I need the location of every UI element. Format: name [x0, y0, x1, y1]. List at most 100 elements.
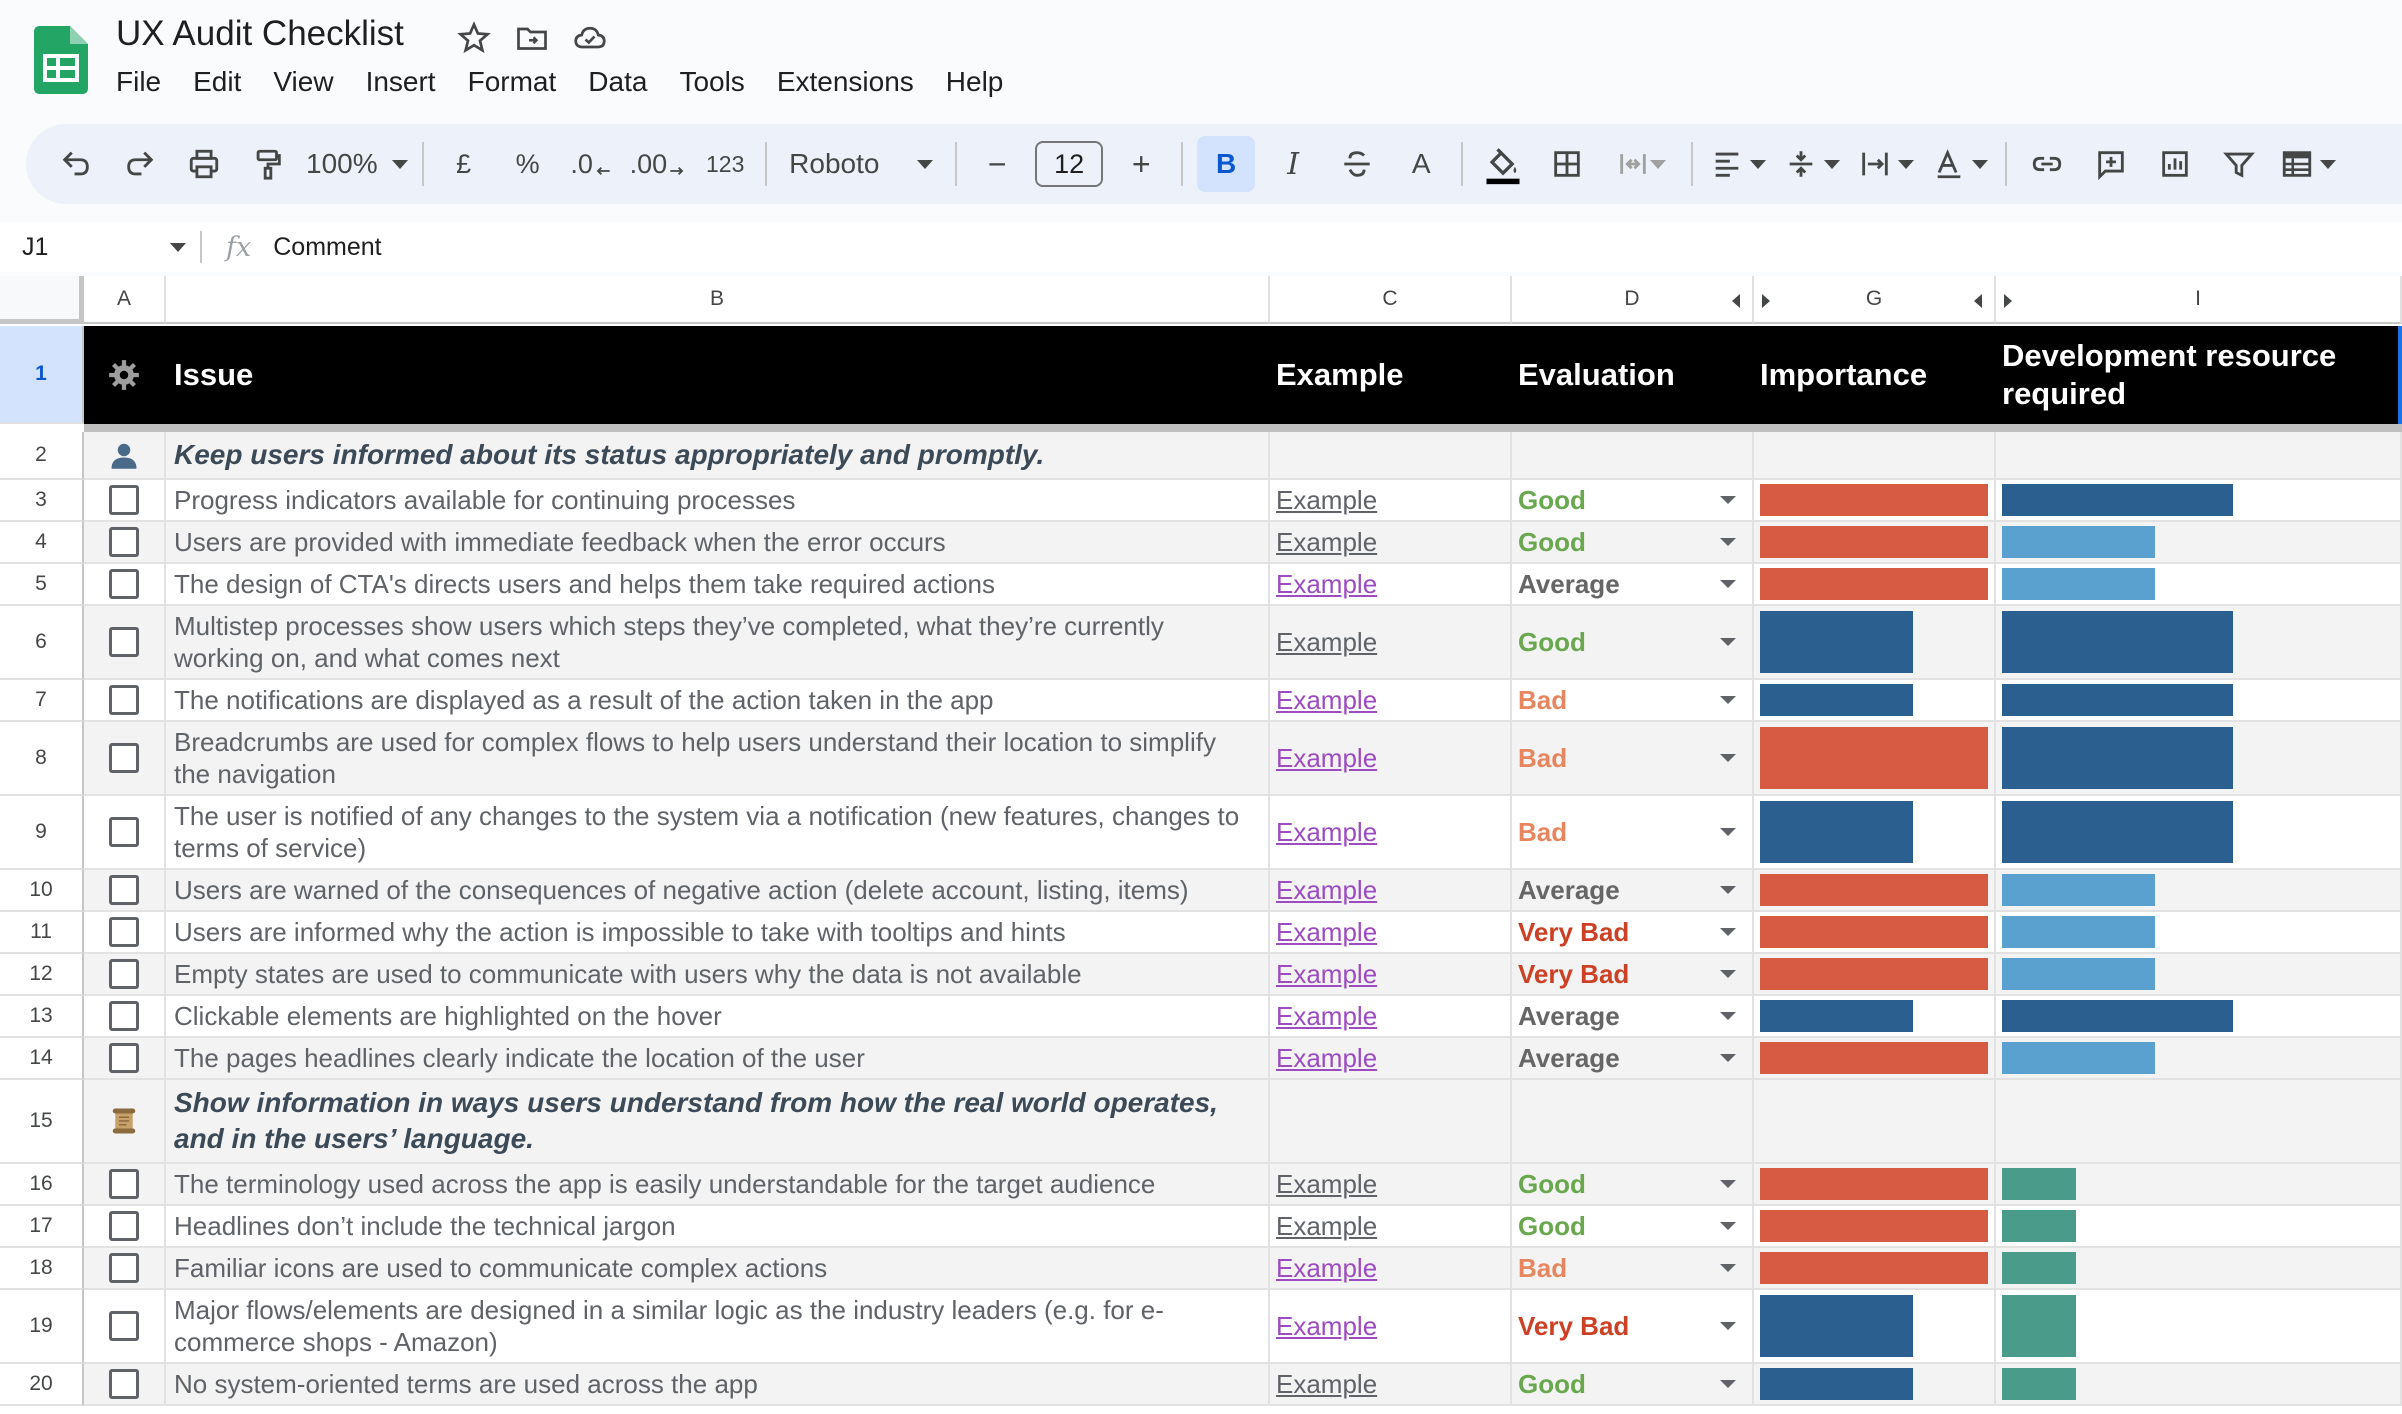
- filter-views-button[interactable]: [2277, 136, 2339, 192]
- menu-data[interactable]: Data: [588, 66, 647, 98]
- print-button[interactable]: [178, 136, 230, 192]
- issue-checkbox[interactable]: [109, 1253, 139, 1283]
- dropdown-caret-icon[interactable]: [1720, 1380, 1736, 1388]
- menu-tools[interactable]: Tools: [679, 66, 744, 98]
- undo-button[interactable]: [50, 136, 102, 192]
- example-link[interactable]: Example: [1276, 627, 1377, 658]
- column-header-i[interactable]: I: [1996, 276, 2402, 324]
- issue-text[interactable]: Breadcrumbs are used for complex flows t…: [166, 722, 1270, 796]
- issue-checkbox[interactable]: [109, 569, 139, 599]
- row-number[interactable]: 10: [0, 870, 84, 912]
- issue-checkbox[interactable]: [109, 1369, 139, 1399]
- issue-checkbox[interactable]: [109, 1001, 139, 1031]
- dropdown-caret-icon[interactable]: [1720, 1222, 1736, 1230]
- issue-checkbox[interactable]: [109, 875, 139, 905]
- row-number[interactable]: 13: [0, 996, 84, 1038]
- strikethrough-button[interactable]: [1331, 136, 1383, 192]
- dropdown-caret-icon[interactable]: [1720, 928, 1736, 936]
- horizontal-align-button[interactable]: [1707, 136, 1769, 192]
- row-number[interactable]: 9: [0, 796, 84, 870]
- issue-text[interactable]: Users are provided with immediate feedba…: [166, 522, 1270, 564]
- empty-cell[interactable]: [1996, 432, 2402, 480]
- column-header-d[interactable]: D: [1512, 276, 1754, 324]
- zoom-select[interactable]: 100%: [306, 136, 408, 192]
- borders-button[interactable]: [1541, 136, 1593, 192]
- issue-text[interactable]: Progress indicators available for contin…: [166, 480, 1270, 522]
- empty-cell[interactable]: [1996, 1080, 2402, 1164]
- number-format-button[interactable]: 123: [699, 136, 751, 192]
- text-rotation-button[interactable]: [1929, 136, 1991, 192]
- percent-format-button[interactable]: %: [502, 136, 554, 192]
- menu-view[interactable]: View: [273, 66, 333, 98]
- dropdown-caret-icon[interactable]: [1720, 496, 1736, 504]
- formula-input[interactable]: Comment: [273, 233, 381, 262]
- menu-extensions[interactable]: Extensions: [777, 66, 914, 98]
- evaluation-dropdown[interactable]: Very Bad: [1512, 954, 1754, 996]
- section-heading[interactable]: Show information in ways users understan…: [166, 1080, 1270, 1164]
- header-dev-resource[interactable]: Development resource required: [1996, 326, 2402, 424]
- column-header-a[interactable]: A: [84, 276, 166, 324]
- row-number[interactable]: 16: [0, 1164, 84, 1206]
- example-link[interactable]: Example: [1276, 917, 1377, 948]
- header-evaluation[interactable]: Evaluation: [1512, 326, 1754, 424]
- increase-decimal-button[interactable]: .00: [630, 136, 688, 192]
- text-wrapping-button[interactable]: [1855, 136, 1917, 192]
- select-all-corner[interactable]: [0, 276, 84, 324]
- issue-checkbox[interactable]: [109, 685, 139, 715]
- empty-cell[interactable]: [1754, 1080, 1996, 1164]
- issue-text[interactable]: The design of CTA's directs users and he…: [166, 564, 1270, 606]
- fill-color-button[interactable]: [1477, 136, 1529, 192]
- evaluation-dropdown[interactable]: Bad: [1512, 796, 1754, 870]
- issue-checkbox[interactable]: [109, 1211, 139, 1241]
- row-number[interactable]: 6: [0, 606, 84, 680]
- example-link[interactable]: Example: [1276, 817, 1377, 848]
- sheets-logo-icon[interactable]: [34, 26, 88, 94]
- issue-text[interactable]: Major flows/elements are designed in a s…: [166, 1290, 1270, 1364]
- issue-checkbox[interactable]: [109, 817, 139, 847]
- font-size-field[interactable]: 12: [1035, 136, 1104, 192]
- row-number[interactable]: 4: [0, 522, 84, 564]
- empty-cell[interactable]: [1754, 432, 1996, 480]
- issue-text[interactable]: Empty states are used to communicate wit…: [166, 954, 1270, 996]
- header-issue[interactable]: Issue: [166, 326, 1270, 424]
- vertical-align-button[interactable]: [1781, 136, 1843, 192]
- row-number[interactable]: 20: [0, 1364, 84, 1406]
- increase-font-size-button[interactable]: +: [1115, 136, 1167, 192]
- issue-checkbox[interactable]: [109, 1311, 139, 1341]
- example-link[interactable]: Example: [1276, 1001, 1377, 1032]
- dropdown-caret-icon[interactable]: [1720, 538, 1736, 546]
- issue-text[interactable]: The user is notified of any changes to t…: [166, 796, 1270, 870]
- evaluation-dropdown[interactable]: Good: [1512, 1364, 1754, 1406]
- evaluation-dropdown[interactable]: Bad: [1512, 1248, 1754, 1290]
- decrease-decimal-button[interactable]: .0: [566, 136, 618, 192]
- empty-cell[interactable]: [1512, 1080, 1754, 1164]
- issue-text[interactable]: The terminology used across the app is e…: [166, 1164, 1270, 1206]
- evaluation-dropdown[interactable]: Bad: [1512, 722, 1754, 796]
- example-link[interactable]: Example: [1276, 1311, 1377, 1342]
- menu-help[interactable]: Help: [946, 66, 1004, 98]
- name-box[interactable]: J1: [0, 233, 200, 262]
- star-icon[interactable]: [456, 20, 492, 56]
- menu-file[interactable]: File: [116, 66, 161, 98]
- dropdown-caret-icon[interactable]: [1720, 696, 1736, 704]
- issue-text[interactable]: Headlines don’t include the technical ja…: [166, 1206, 1270, 1248]
- insert-chart-button[interactable]: [2149, 136, 2201, 192]
- dropdown-caret-icon[interactable]: [1720, 1322, 1736, 1330]
- section-heading[interactable]: Keep users informed about its status app…: [166, 432, 1270, 480]
- dropdown-caret-icon[interactable]: [1720, 970, 1736, 978]
- example-link[interactable]: Example: [1276, 569, 1377, 600]
- row-number[interactable]: 7: [0, 680, 84, 722]
- empty-cell[interactable]: [1270, 1080, 1512, 1164]
- issue-text[interactable]: The pages headlines clearly indicate the…: [166, 1038, 1270, 1080]
- row-number[interactable]: 19: [0, 1290, 84, 1364]
- row-number[interactable]: 11: [0, 912, 84, 954]
- evaluation-dropdown[interactable]: Good: [1512, 606, 1754, 680]
- hidden-columns-right-icon[interactable]: [1762, 294, 1770, 308]
- font-select[interactable]: Roboto: [781, 136, 941, 192]
- evaluation-dropdown[interactable]: Average: [1512, 1038, 1754, 1080]
- hidden-column-h-left-icon[interactable]: [1974, 294, 1982, 308]
- dropdown-caret-icon[interactable]: [1720, 1054, 1736, 1062]
- issue-checkbox[interactable]: [109, 527, 139, 557]
- document-title[interactable]: UX Audit Checklist: [116, 14, 404, 54]
- evaluation-dropdown[interactable]: Good: [1512, 522, 1754, 564]
